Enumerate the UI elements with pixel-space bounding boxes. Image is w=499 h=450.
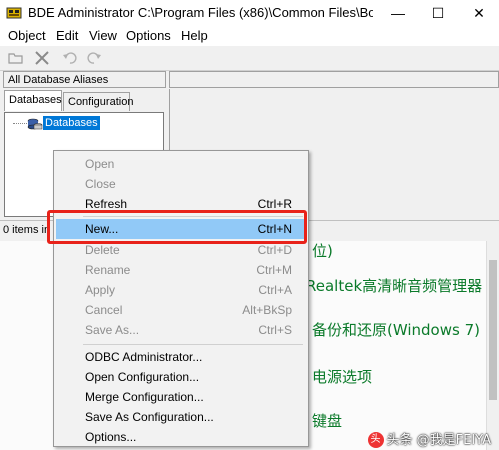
- menu-options[interactable]: Options: [126, 28, 171, 43]
- menu-item-apply[interactable]: Apply Ctrl+A: [56, 280, 306, 300]
- menu-item-shortcut: Ctrl+D: [257, 243, 292, 257]
- menu-item-shortcut: Ctrl+M: [256, 263, 292, 277]
- menu-item-rename[interactable]: Rename Ctrl+M: [56, 260, 306, 280]
- menu-item-save-as-configuration[interactable]: Save As Configuration...: [56, 407, 306, 427]
- bg-item-backup-restore[interactable]: 备份和还原(Windows 7): [312, 319, 480, 340]
- window-title: BDE Administrator C:\Program Files (x86)…: [28, 5, 373, 20]
- toutiao-logo-icon: 头: [367, 432, 384, 448]
- minimize-button[interactable]: —: [378, 0, 418, 26]
- menu-item-open-configuration[interactable]: Open Configuration...: [56, 367, 306, 387]
- menu-item-label: Merge Configuration...: [85, 390, 204, 404]
- databases-node-icon: [27, 118, 43, 130]
- menu-item-odbc-administrator[interactable]: ODBC Administrator...: [56, 347, 306, 367]
- menu-help[interactable]: Help: [181, 28, 208, 43]
- menu-item-label: ODBC Administrator...: [85, 350, 203, 364]
- menubar: Object Edit View Options Help: [0, 26, 499, 46]
- menu-item-close[interactable]: Close: [56, 174, 306, 194]
- menu-item-options[interactable]: Options...: [56, 427, 306, 447]
- menu-item-shortcut: Alt+BkSp: [242, 303, 292, 317]
- delete-x-icon[interactable]: [32, 49, 52, 67]
- menu-item-shortcut: Ctrl+R: [257, 197, 292, 211]
- bde-app-icon: [6, 7, 22, 19]
- undo-icon[interactable]: [60, 49, 80, 67]
- open-folder-icon[interactable]: [6, 49, 26, 67]
- menu-item-label: Open Configuration...: [85, 370, 200, 384]
- menu-item-label: Options...: [85, 430, 137, 444]
- menu-item-label: Apply: [85, 283, 116, 297]
- bg-item-realtek[interactable]: Realtek高清晰音频管理器: [306, 275, 482, 296]
- tree-node-databases[interactable]: Databases: [43, 116, 100, 130]
- menu-item-label: Close: [85, 177, 116, 191]
- titlebar[interactable]: BDE Administrator C:\Program Files (x86)…: [0, 0, 499, 26]
- watermark-text: 头条 @我是FEIYA: [386, 432, 491, 448]
- menu-view[interactable]: View: [89, 28, 117, 43]
- bg-item-keyboard[interactable]: 键盘: [312, 410, 342, 431]
- context-menu: Open Close Refresh Ctrl+R New... Ctrl+N …: [53, 150, 309, 447]
- menu-item-label: Save As Configuration...: [85, 410, 214, 424]
- menu-item-shortcut: Ctrl+S: [258, 323, 292, 337]
- scrollbar-thumb[interactable]: [489, 260, 497, 400]
- menu-item-label: Rename: [85, 263, 131, 277]
- tab-databases[interactable]: Databases: [4, 90, 62, 111]
- red-highlight-annotation: [47, 210, 307, 244]
- redo-icon[interactable]: [84, 49, 104, 67]
- menu-item-label: Delete: [85, 243, 120, 257]
- menu-item-label: Cancel: [85, 303, 123, 317]
- menu-item-label: Save As...: [85, 323, 140, 337]
- menu-separator: [83, 344, 303, 345]
- menu-item-shortcut: Ctrl+A: [258, 283, 292, 297]
- close-button[interactable]: ✕: [459, 0, 499, 26]
- menu-item-cancel[interactable]: Cancel Alt+BkSp: [56, 300, 306, 320]
- watermark: 头头条 @我是FEIYA: [367, 429, 491, 448]
- maximize-button[interactable]: ☐: [418, 0, 458, 26]
- menu-item-label: Open: [85, 157, 115, 171]
- menu-item-label: Refresh: [85, 197, 128, 211]
- menu-object[interactable]: Object: [8, 28, 46, 43]
- toolbar: [0, 46, 499, 71]
- bg-item-partial[interactable]: 位): [312, 240, 333, 261]
- menu-item-merge-configuration[interactable]: Merge Configuration...: [56, 387, 306, 407]
- tab-configuration[interactable]: Configuration: [63, 92, 133, 111]
- background-scrollbar[interactable]: [486, 240, 499, 450]
- right-pane-header: [169, 71, 499, 88]
- menu-item-open[interactable]: Open: [56, 154, 306, 174]
- menu-edit[interactable]: Edit: [56, 28, 78, 43]
- menu-item-save-as[interactable]: Save As... Ctrl+S: [56, 320, 306, 340]
- bg-item-power-options[interactable]: 电源选项: [312, 366, 372, 387]
- all-database-aliases-header: All Database Aliases: [3, 71, 166, 88]
